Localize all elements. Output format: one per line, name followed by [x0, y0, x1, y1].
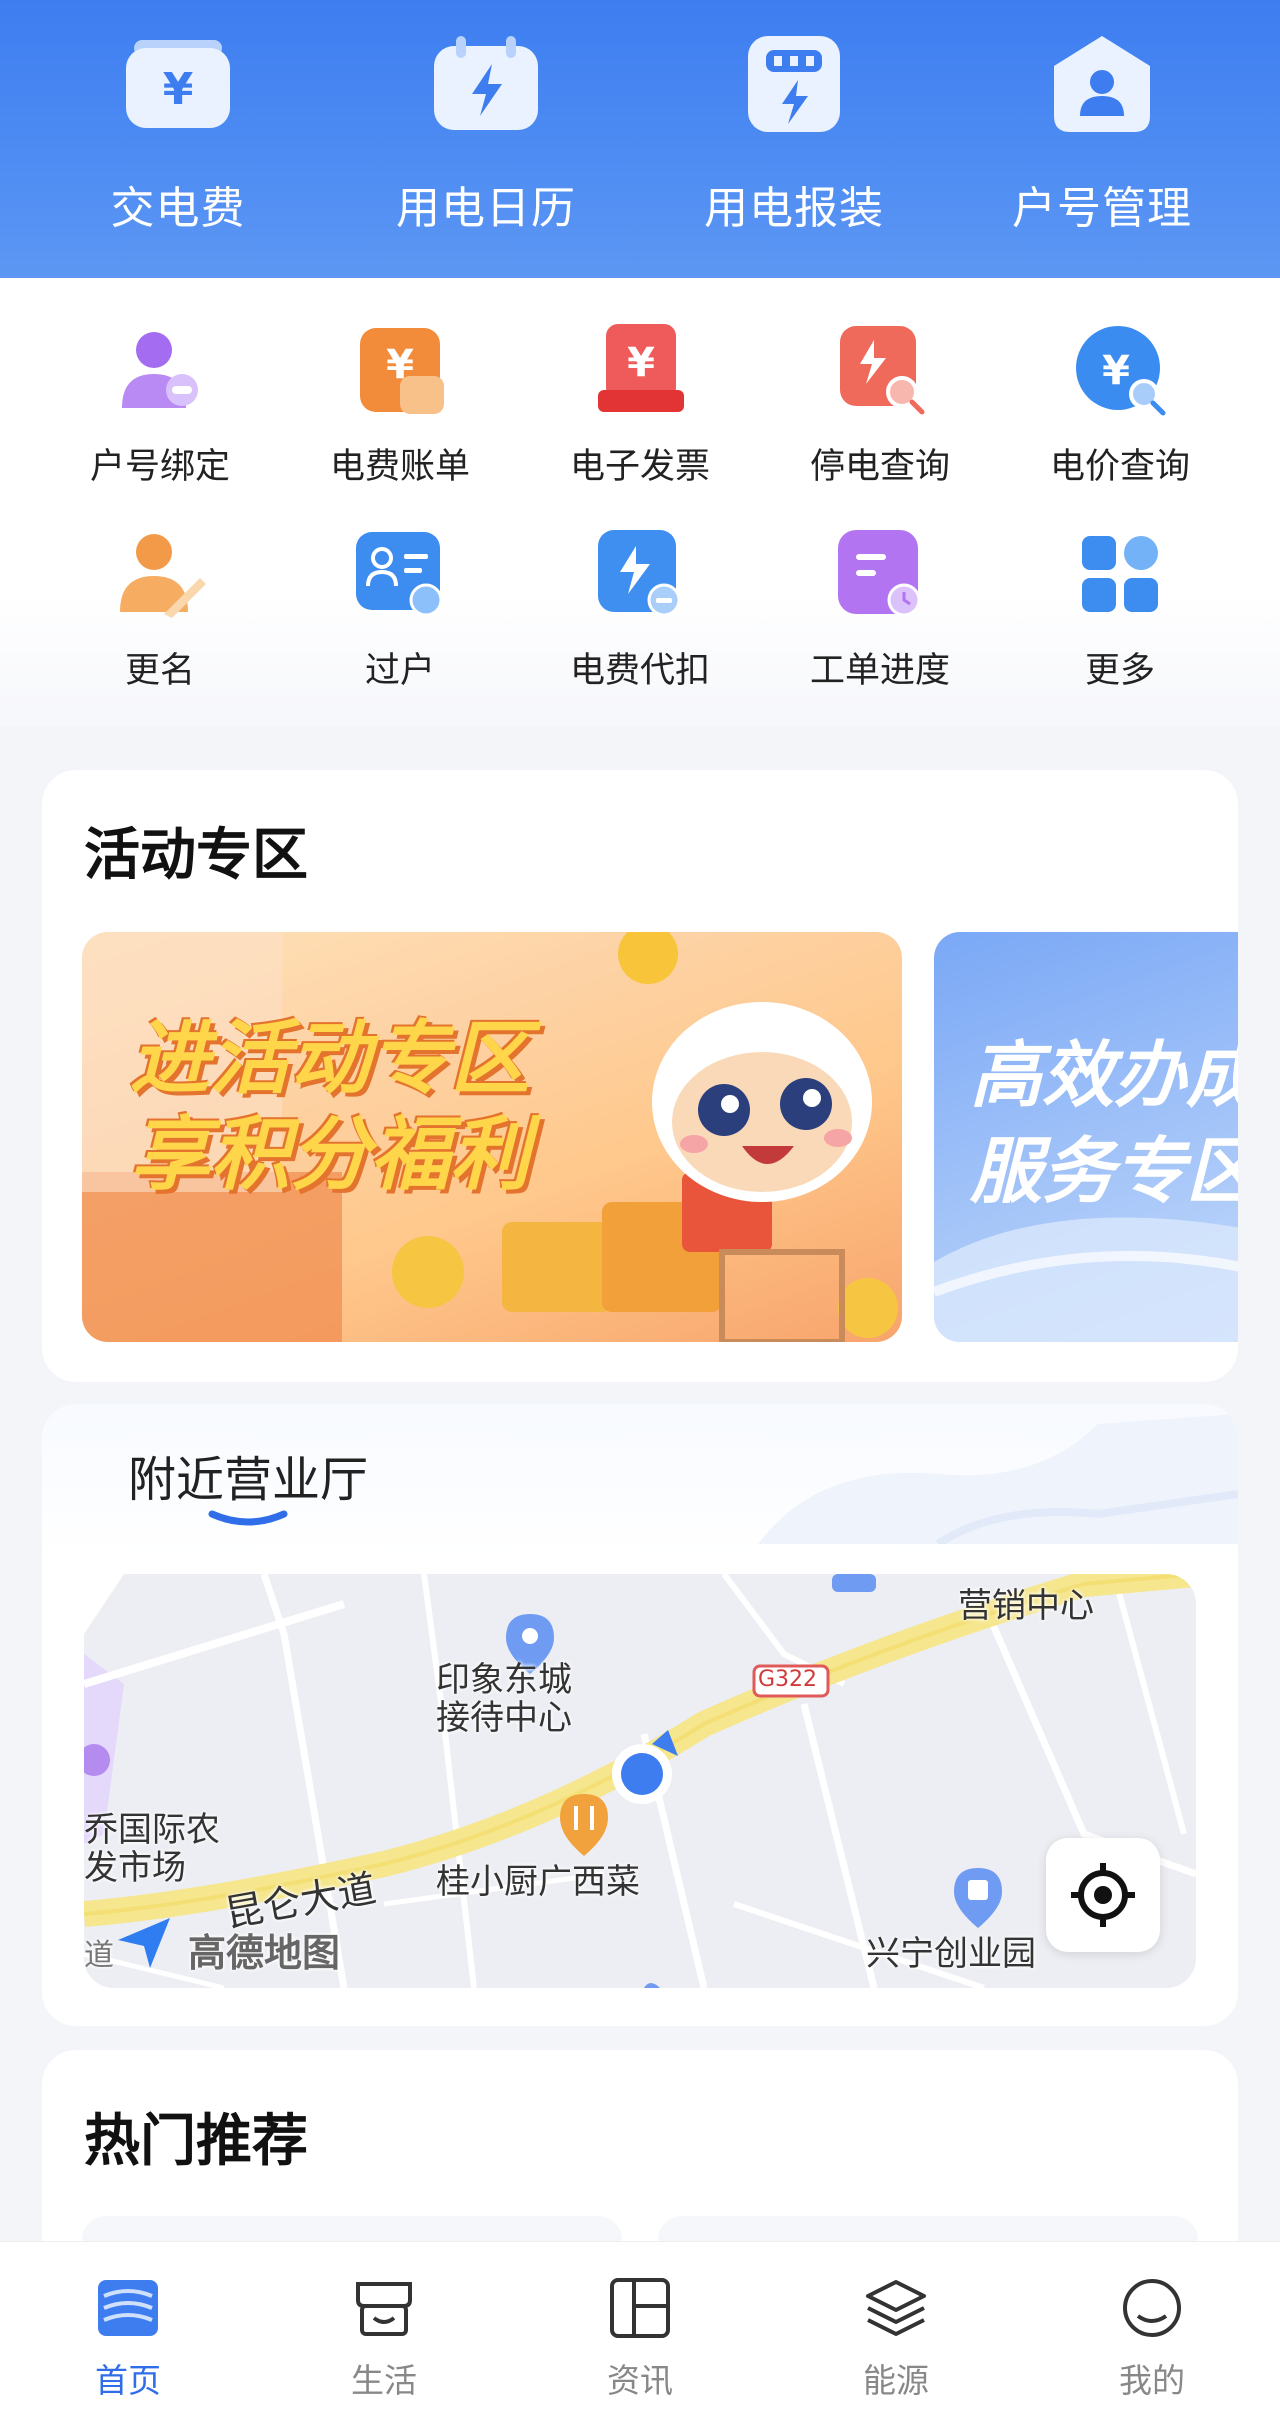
- locate-button[interactable]: [1046, 1838, 1160, 1952]
- nav-label: 能源: [863, 2361, 929, 2400]
- nav-label: 首页: [95, 2361, 161, 2400]
- meter-lightning-icon: [742, 36, 846, 132]
- banner-line2: 享积分福利: [130, 1108, 530, 1201]
- amap-logo-icon: [114, 1912, 174, 1972]
- map-brand: 高德地图: [188, 1931, 341, 1975]
- nav-life[interactable]: 生活: [284, 2276, 484, 2402]
- account-bind-button[interactable]: 户号绑定: [40, 324, 280, 489]
- service-label: 户号绑定: [89, 447, 230, 487]
- map-label-sales-center: 营销中心: [958, 1586, 1094, 1626]
- price-search-icon: ¥: [1074, 324, 1166, 416]
- account-management-button[interactable]: 户号管理: [952, 36, 1252, 236]
- work-order-icon: [834, 528, 926, 620]
- news-icon: [608, 2276, 672, 2340]
- nearby-card: 附近营业厅 营销中心 印象东城 接待中心 G322 乔国际农 发市场 昆仑大道 …: [42, 1404, 1238, 2026]
- nav-news[interactable]: 资讯: [540, 2276, 740, 2402]
- service-banner-line2: 服务专区: [970, 1129, 1238, 1213]
- outage-query-button[interactable]: 停电查询: [760, 324, 1000, 489]
- nearby-map[interactable]: 营销中心 印象东城 接待中心 G322 乔国际农 发市场 昆仑大道 桂小厨广西菜…: [84, 1574, 1196, 1988]
- map-label-edge: 道: [84, 1938, 114, 1973]
- outage-search-icon: [834, 324, 926, 416]
- power-application-button[interactable]: 用电报装: [644, 36, 944, 236]
- service-label: 电价查询: [1049, 447, 1190, 487]
- usage-calendar-button[interactable]: 用电日历: [336, 36, 636, 236]
- svg-text:¥: ¥: [1102, 348, 1130, 394]
- activity-title: 活动专区: [84, 823, 308, 888]
- map-label-park: 兴宁创业园: [866, 1934, 1036, 1974]
- nav-mine[interactable]: 我的: [1052, 2276, 1252, 2402]
- shortcut-label: 用电报装: [704, 183, 884, 234]
- bill-button[interactable]: ¥ 电费账单: [280, 324, 520, 489]
- work-order-button[interactable]: 工单进度: [760, 528, 1000, 693]
- svg-text:¥: ¥: [386, 342, 414, 388]
- hot-recommend-title: 热门推荐: [84, 2109, 308, 2174]
- profile-icon: [1120, 2276, 1184, 2340]
- rename-button[interactable]: 更名: [40, 528, 280, 693]
- user-bind-icon: [114, 324, 206, 416]
- service-label: 电子发票: [569, 447, 710, 487]
- nearby-tab[interactable]: 附近营业厅: [128, 1440, 368, 1510]
- service-label: 更名: [124, 651, 195, 691]
- shortcut-label: 交电费: [110, 183, 246, 234]
- service-grid: 户号绑定 ¥ 电费账单 ¥ 电子发票 停电查询 ¥ 电价查询 更名 过户 电费代…: [0, 278, 1280, 726]
- e-invoice-button[interactable]: ¥ 电子发票: [520, 324, 760, 489]
- locate-icon: [1071, 1863, 1135, 1927]
- svg-text:¥: ¥: [627, 340, 655, 386]
- service-label: 电费账单: [329, 447, 470, 487]
- map-label-market-2: 发市场: [84, 1848, 186, 1888]
- transfer-button[interactable]: 过户: [280, 528, 520, 693]
- bottom-nav: 首页 生活 资讯 能源 我的: [0, 2241, 1280, 2411]
- nav-home[interactable]: 首页: [28, 2276, 228, 2402]
- shortcut-label: 用电日历: [396, 183, 576, 234]
- service-label: 更多: [1084, 651, 1155, 691]
- nav-label: 资讯: [607, 2361, 673, 2400]
- service-label: 工单进度: [809, 651, 950, 691]
- tab-indicator: [208, 1510, 288, 1526]
- pay-electricity-button[interactable]: ¥ 交电费: [28, 36, 328, 236]
- more-button[interactable]: 更多: [1000, 528, 1240, 693]
- store-icon: [352, 2276, 416, 2340]
- nav-label: 我的: [1119, 2361, 1185, 2400]
- calendar-lightning-icon: [434, 36, 538, 132]
- svg-text:¥: ¥: [163, 64, 194, 115]
- nav-energy[interactable]: 能源: [796, 2276, 996, 2402]
- bill-icon: ¥: [354, 324, 446, 416]
- service-banner[interactable]: 高效办成 服务专区: [934, 932, 1238, 1342]
- service-label: 电费代扣: [569, 651, 710, 691]
- map-watermark-decoration: [758, 1414, 1238, 1544]
- nav-label: 生活: [351, 2361, 417, 2400]
- auto-debit-icon: [594, 528, 686, 620]
- house-user-icon: [1050, 36, 1154, 132]
- shortcut-label: 户号管理: [1012, 183, 1192, 234]
- transfer-icon: [354, 528, 446, 620]
- price-query-button[interactable]: ¥ 电价查询: [1000, 324, 1240, 489]
- yuan-card-icon: ¥: [126, 36, 230, 132]
- rename-icon: [114, 528, 206, 620]
- map-label-restaurant: 桂小厨广西菜: [436, 1862, 640, 1902]
- top-shortcut-bar: ¥ 交电费 用电日历 用电报装 户号管理: [0, 0, 1280, 278]
- service-banner-line1: 高效办成: [970, 1033, 1238, 1117]
- invoice-icon: ¥: [594, 324, 686, 416]
- home-icon: [96, 2276, 160, 2340]
- auto-debit-button[interactable]: 电费代扣: [520, 528, 760, 693]
- service-label: 过户: [364, 651, 435, 691]
- map-label-reception-2: 接待中心: [436, 1698, 572, 1738]
- road-tag: G322: [758, 1667, 818, 1692]
- activity-banner[interactable]: 进活动专区 享积分福利: [82, 932, 902, 1342]
- more-grid-icon: [1074, 528, 1166, 620]
- activity-card: 活动专区 进活动专区 享积分福利 高效办成 服务专区: [42, 770, 1238, 1382]
- service-label: 停电查询: [809, 447, 950, 487]
- layers-icon: [864, 2276, 928, 2340]
